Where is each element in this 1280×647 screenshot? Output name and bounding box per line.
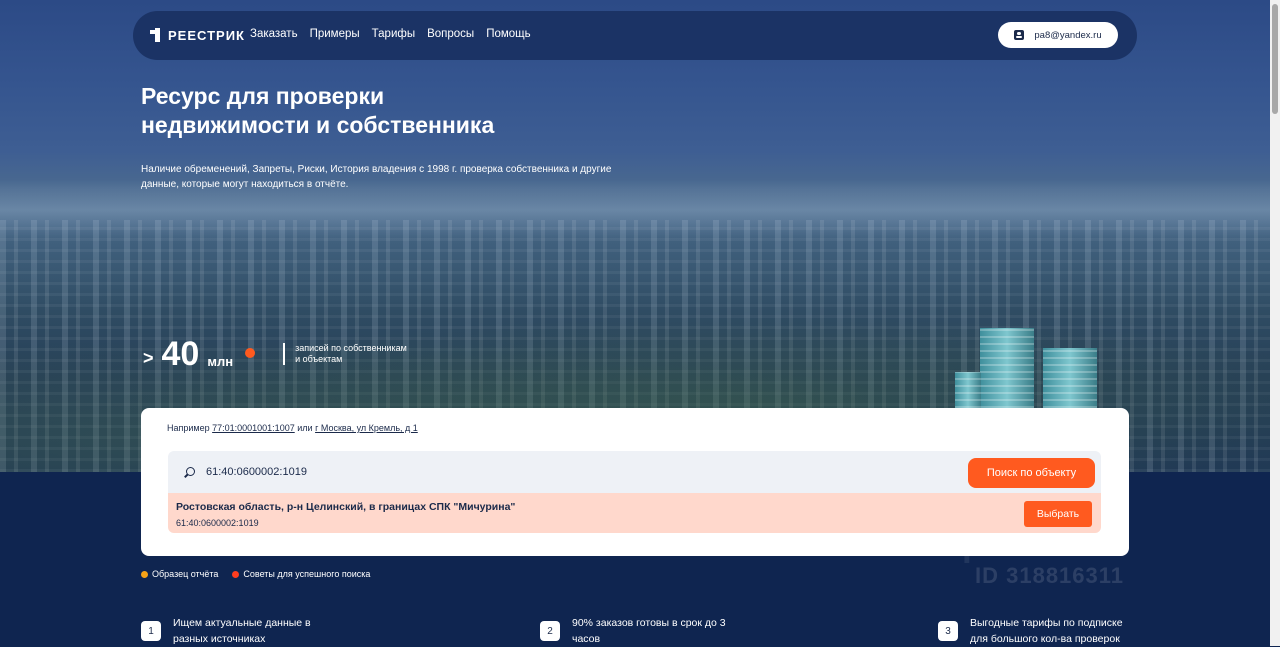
nav-link-tariffs[interactable]: Тарифы [372,28,415,40]
divider [283,343,286,365]
scrollbar[interactable] [1270,0,1280,646]
search-tips-link[interactable]: Советы для успешного поиска [232,569,370,579]
stat-value: 40 [161,334,200,373]
page-title: Ресурс для проверки недвижимости и собств… [141,83,495,138]
feature-item: 3 Выгодные тарифы по подписке для большо… [938,615,1140,647]
user-email: pa8@yandex.ru [1034,29,1102,41]
search-card: Например 77:01:0001001:1007 или г Москва… [141,408,1129,556]
result-code: 61:40:0600002:1019 [176,518,259,528]
stat-dot-icon [245,348,256,358]
top-navbar: РЕЕСТРИК Заказать Примеры Тарифы Вопросы… [133,11,1137,60]
nav-menu: Заказать Примеры Тарифы Вопросы Помощь [250,28,543,40]
search-example: Например 77:01:0001001:1007 или г Москва… [167,423,418,433]
search-input[interactable]: 61:40:0600002:1019 Поиск по объекту [168,451,1101,493]
hero-description: Наличие обременений, Запреты, Риски, Ист… [141,164,612,190]
example-code-link[interactable]: 77:01:0001001:1007 [212,423,295,433]
building-image [980,328,1034,408]
logo-icon [150,28,162,42]
user-icon [1014,30,1025,40]
feature-text: Выгодные тарифы по подписке для большого… [970,617,1123,645]
legend: Образец отчёта Советы для успешного поис… [141,569,370,579]
feature-text: Ищем актуальные данные в разных источник… [173,617,311,645]
building-image [1043,348,1097,408]
building-image [955,372,981,408]
nav-link-examples[interactable]: Примеры [310,28,360,40]
scrollbar-thumb[interactable] [1272,4,1278,114]
search-result-item[interactable]: Ростовская область, р-н Целинский, в гра… [168,493,1101,533]
select-button[interactable]: Выбрать [1024,501,1092,527]
logo[interactable]: РЕЕСТРИК [150,26,245,44]
feature-number: 1 [141,621,161,641]
search-input-value[interactable]: 61:40:0600002:1019 [206,466,307,478]
nav-link-order[interactable]: Заказать [250,28,298,40]
feature-number: 2 [540,621,560,641]
sample-report-link[interactable]: Образец отчёта [141,569,218,579]
stat-prefix: > [143,347,154,368]
stat-unit: млн [207,353,234,369]
logo-text: РЕЕСТРИК [168,27,245,43]
result-address: Ростовская область, р-н Целинский, в гра… [176,501,516,513]
stat-caption: записей по собственникам и объектам [295,343,407,364]
records-stat: > 40 млн записей по собственникам и объек… [143,334,435,374]
watermark-id: ID 318816311 [975,563,1125,588]
feature-item: 1 Ищем актуальные данные в разных источн… [141,615,343,647]
example-address-link[interactable]: г Москва, ул Кремль, д 1 [315,423,418,433]
search-button[interactable]: Поиск по объекту [968,458,1095,488]
feature-item: 2 90% заказов готовы в срок до 3 часов [540,615,742,647]
user-account-button[interactable]: pa8@yandex.ru [998,22,1118,48]
tips-dot-icon [232,570,240,578]
feature-number: 3 [938,621,958,641]
nav-link-help[interactable]: Помощь [486,28,530,40]
feature-text: 90% заказов готовы в срок до 3 часов [572,617,726,645]
search-icon [186,467,195,476]
hero-background [0,0,1270,472]
nav-link-questions[interactable]: Вопросы [427,28,474,40]
sample-dot-icon [141,570,148,578]
